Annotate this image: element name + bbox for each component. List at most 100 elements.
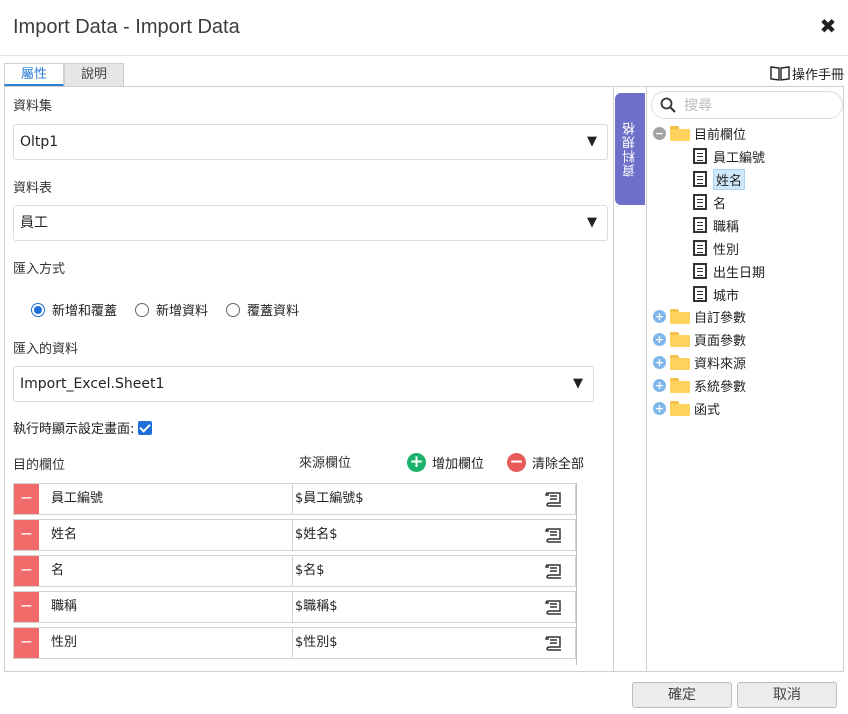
field-icon bbox=[693, 217, 707, 233]
field-icon bbox=[693, 148, 707, 164]
source-field-value: $名$ bbox=[295, 563, 325, 578]
mode-radio-add-overwrite[interactable]: 新增和覆蓋 bbox=[31, 300, 117, 319]
dropdown-arrow-icon: ▼ bbox=[587, 215, 597, 230]
expand-icon[interactable]: + bbox=[653, 378, 666, 392]
mode-radio-add[interactable]: 新增資料 bbox=[135, 300, 208, 319]
script-icon[interactable] bbox=[545, 599, 563, 615]
remove-row-button[interactable]: − bbox=[14, 628, 39, 658]
tree-node-label: 資料來源 bbox=[694, 356, 747, 372]
tree-node-label: 目前欄位 bbox=[694, 127, 747, 143]
target-field-cell[interactable]: 名 bbox=[39, 556, 293, 586]
mode-radio-overwrite[interactable]: 覆蓋資料 bbox=[226, 300, 299, 319]
show-setting-row: 執行時顯示設定畫面: bbox=[13, 418, 153, 437]
tree-node-current-fields[interactable]: − 目前欄位 bbox=[653, 122, 746, 144]
folder-icon bbox=[670, 331, 690, 347]
cancel-button[interactable]: 取消 bbox=[737, 682, 837, 708]
mode-radio-group: 新增和覆蓋 新增資料 覆蓋資料 bbox=[31, 300, 299, 319]
target-field-cell[interactable]: 職稱 bbox=[39, 592, 293, 622]
expand-icon[interactable]: + bbox=[653, 309, 666, 323]
source-field-cell[interactable]: $性別$ bbox=[293, 628, 575, 658]
source-field-cell[interactable]: $職稱$ bbox=[293, 592, 575, 622]
script-icon[interactable] bbox=[545, 491, 563, 507]
tree-node-page-params[interactable]: + 頁面參數 bbox=[653, 328, 746, 350]
search-input[interactable]: 搜尋 bbox=[651, 91, 843, 119]
tree-node-custom-params[interactable]: + 自訂參數 bbox=[653, 305, 746, 327]
tree-leaf-label: 名 bbox=[713, 196, 727, 212]
tab-description[interactable]: 說明 bbox=[64, 63, 125, 86]
field-icon bbox=[693, 171, 707, 187]
add-field-button[interactable]: + 增加欄位 bbox=[407, 453, 484, 472]
tree-leaf[interactable]: 出生日期 bbox=[693, 260, 765, 282]
script-icon[interactable] bbox=[545, 527, 563, 543]
data-spec-tab[interactable]: 資料規格 bbox=[615, 93, 645, 205]
expand-icon[interactable]: + bbox=[653, 355, 666, 369]
ok-button[interactable]: 確定 bbox=[632, 682, 732, 708]
source-field-cell[interactable]: $姓名$ bbox=[293, 520, 575, 550]
source-field-cell[interactable]: $員工編號$ bbox=[293, 484, 575, 514]
remove-row-button[interactable]: − bbox=[14, 520, 39, 550]
tree-leaf-selected[interactable]: 姓名 bbox=[693, 168, 746, 190]
clear-all-label: 清除全部 bbox=[532, 457, 585, 472]
dataset-select[interactable]: Oltp1 ▼ bbox=[13, 124, 608, 160]
import-data-dialog: Import Data - Import Data ✖ 屬性 說明 操作手冊 資… bbox=[0, 0, 848, 714]
tree-node-system-params[interactable]: + 系統參數 bbox=[653, 374, 746, 396]
table-select[interactable]: 員工 ▼ bbox=[13, 205, 608, 241]
field-icon bbox=[693, 263, 707, 279]
radio-label: 新增和覆蓋 bbox=[52, 304, 118, 319]
source-field-value: $職稱$ bbox=[295, 599, 338, 614]
add-field-label: 增加欄位 bbox=[432, 457, 485, 472]
manual-link[interactable]: 操作手冊 bbox=[770, 63, 844, 83]
folder-icon bbox=[670, 377, 690, 393]
tab-bar: 屬性 說明 bbox=[4, 63, 125, 86]
dropdown-arrow-icon: ▼ bbox=[573, 376, 583, 391]
folder-icon bbox=[670, 354, 690, 370]
source-field-cell[interactable]: $名$ bbox=[293, 556, 575, 586]
mapping-table: − 員工編號 $員工編號$ − 姓名 $姓名$ − 名 $名$ − 職稱 $職稱… bbox=[13, 483, 577, 665]
expand-icon[interactable]: + bbox=[653, 332, 666, 346]
properties-panel: 資料集 Oltp1 ▼ 資料表 員工 ▼ 匯入方式 新增和覆蓋 新增資料 覆蓋資… bbox=[5, 87, 614, 671]
expand-icon[interactable]: + bbox=[653, 401, 666, 415]
clear-all-button[interactable]: − 清除全部 bbox=[507, 453, 584, 472]
remove-row-button[interactable]: − bbox=[14, 592, 39, 622]
script-icon[interactable] bbox=[545, 635, 563, 651]
target-field-cell[interactable]: 員工編號 bbox=[39, 484, 293, 514]
target-column-header: 目的欄位 bbox=[13, 458, 66, 473]
remove-row-button[interactable]: − bbox=[14, 556, 39, 586]
dialog-title: Import Data - Import Data bbox=[13, 16, 240, 38]
radio-label: 新增資料 bbox=[156, 304, 209, 319]
radio-dot bbox=[135, 302, 150, 317]
close-icon[interactable]: ✖ bbox=[816, 14, 840, 38]
remove-row-button[interactable]: − bbox=[14, 484, 39, 514]
book-icon bbox=[770, 66, 790, 81]
tree-leaf[interactable]: 名 bbox=[693, 191, 726, 213]
import-source-value: Import_Excel.Sheet1 bbox=[20, 376, 165, 392]
tree-leaf[interactable]: 性別 bbox=[693, 237, 739, 259]
import-source-label: 匯入的資料 bbox=[13, 342, 79, 357]
tree-leaf-label: 性別 bbox=[713, 242, 740, 258]
tree-leaf[interactable]: 城市 bbox=[693, 283, 739, 305]
collapse-icon[interactable]: − bbox=[653, 126, 666, 140]
minus-circle-icon: − bbox=[507, 453, 526, 472]
plus-circle-icon: + bbox=[407, 453, 426, 472]
main-frame: 資料集 Oltp1 ▼ 資料表 員工 ▼ 匯入方式 新增和覆蓋 新增資料 覆蓋資… bbox=[4, 86, 844, 672]
show-setting-checkbox[interactable] bbox=[138, 420, 153, 435]
tree-node-functions[interactable]: + 函式 bbox=[653, 397, 720, 419]
tab-properties[interactable]: 屬性 bbox=[4, 63, 65, 86]
target-field-cell[interactable]: 姓名 bbox=[39, 520, 293, 550]
folder-icon bbox=[670, 308, 690, 324]
tree-leaf[interactable]: 職稱 bbox=[693, 214, 739, 236]
table-row: − 職稱 $職稱$ bbox=[13, 591, 576, 623]
tree-leaf[interactable]: 員工編號 bbox=[693, 145, 765, 167]
script-icon[interactable] bbox=[545, 563, 563, 579]
tree-node-label: 頁面參數 bbox=[694, 333, 747, 349]
target-field-cell[interactable]: 性別 bbox=[39, 628, 293, 658]
dropdown-arrow-icon: ▼ bbox=[587, 134, 597, 149]
table-row: − 名 $名$ bbox=[13, 555, 576, 587]
tree-node-data-sources[interactable]: + 資料來源 bbox=[653, 351, 746, 373]
table-row: − 性別 $性別$ bbox=[13, 627, 576, 659]
mode-label: 匯入方式 bbox=[13, 262, 66, 277]
source-field-value: $性別$ bbox=[295, 635, 338, 650]
import-source-select[interactable]: Import_Excel.Sheet1 ▼ bbox=[13, 366, 594, 402]
field-icon bbox=[693, 240, 707, 256]
radio-dot bbox=[31, 302, 45, 317]
